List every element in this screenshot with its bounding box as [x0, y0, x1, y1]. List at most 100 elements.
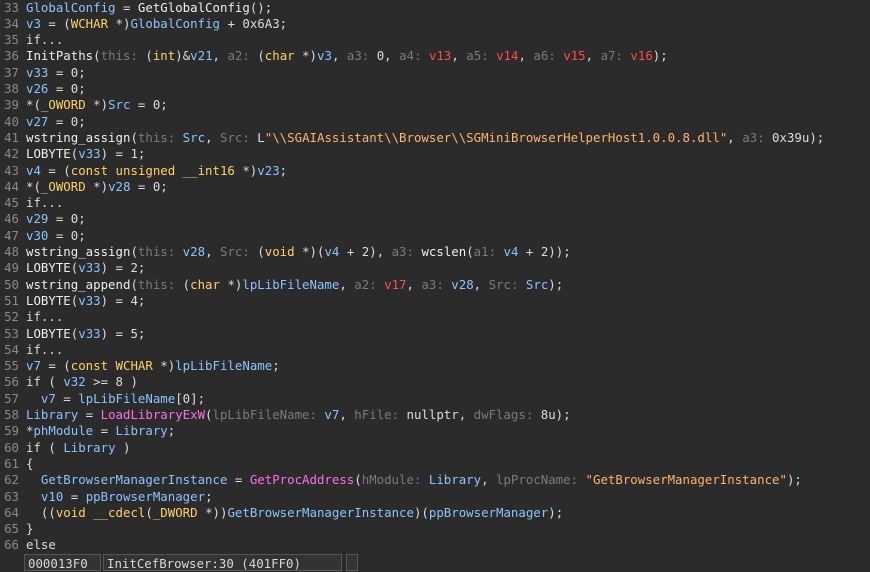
- code-token[interactable]: v4: [324, 244, 339, 259]
- code-line[interactable]: 61 {: [0, 456, 870, 472]
- code-token[interactable]: lpLibFileName: [242, 277, 339, 292]
- code-line[interactable]: 51 LOBYTE(v33) = 4;: [0, 293, 870, 309]
- code-token[interactable]: wstring_assign: [26, 244, 130, 259]
- code-line[interactable]: 33 GlobalConfig = GetGlobalConfig();: [0, 0, 870, 16]
- code-text: InitPaths(this: (int)&v21, a2: (char *)v…: [26, 48, 668, 64]
- code-token[interactable]: phModule: [33, 423, 93, 438]
- code-token[interactable]: v3: [26, 16, 41, 31]
- code-token[interactable]: Src: [183, 130, 205, 145]
- code-token[interactable]: GetBrowserManagerInstance: [227, 505, 414, 520]
- code-token: (: [130, 276, 138, 292]
- code-line[interactable]: 38 v26 = 0;: [0, 81, 870, 97]
- code-line[interactable]: 66 else: [0, 537, 870, 552]
- code-token[interactable]: Library: [429, 472, 481, 487]
- code-line[interactable]: 64 ((void __cdecl(_DWORD *))GetBrowserMa…: [0, 505, 870, 521]
- code-token[interactable]: v30: [26, 228, 48, 243]
- code-token[interactable]: Library: [116, 423, 168, 438]
- code-token[interactable]: v29: [26, 211, 48, 226]
- code-token[interactable]: v16: [630, 48, 652, 63]
- code-line[interactable]: 47 v30 = 0;: [0, 228, 870, 244]
- code-line[interactable]: 63 v10 = ppBrowserManager;: [0, 489, 870, 505]
- pseudocode-view[interactable]: 33 GlobalConfig = GetGlobalConfig(); 34 v3 …: [0, 0, 870, 552]
- code-line[interactable]: 60 if ( Library ): [0, 440, 870, 456]
- code-token[interactable]: GlobalConfig: [130, 16, 220, 31]
- code-line[interactable]: 40 v27 = 0;: [0, 114, 870, 130]
- line-number: 42: [4, 146, 19, 162]
- code-line[interactable]: 62 GetBrowserManagerInstance = GetProcAd…: [0, 472, 870, 488]
- code-token: = 0;: [48, 81, 86, 96]
- code-line[interactable]: 56 if ( v32 >= 8 ): [0, 374, 870, 390]
- code-token[interactable]: v21: [190, 48, 212, 63]
- code-token[interactable]: v33: [78, 146, 100, 161]
- code-token[interactable]: lpLibFileName: [78, 391, 175, 406]
- code-token[interactable]: v32: [63, 374, 85, 389]
- code-token[interactable]: v33: [78, 326, 100, 341]
- code-token[interactable]: GetBrowserManagerInstance: [41, 472, 228, 487]
- code-line[interactable]: 39 *(_OWORD *)Src = 0;: [0, 97, 870, 113]
- code-line[interactable]: 54 if...: [0, 342, 870, 358]
- code-line[interactable]: 50 wstring_append(this: (char *)lpLibFile…: [0, 277, 870, 293]
- code-token[interactable]: v3: [317, 48, 332, 63]
- code-token[interactable]: Src: [108, 97, 130, 112]
- code-token[interactable]: wcslen: [421, 244, 466, 259]
- code-token[interactable]: LOBYTE: [26, 326, 71, 341]
- code-line[interactable]: 37 v33 = 0;: [0, 65, 870, 81]
- code-token[interactable]: Src: [526, 277, 548, 292]
- code-line[interactable]: 42 LOBYTE(v33) = 1;: [0, 146, 870, 162]
- code-token[interactable]: ppBrowserManager: [86, 489, 205, 504]
- code-token[interactable]: v13: [429, 48, 451, 63]
- code-token[interactable]: v28: [108, 179, 130, 194]
- code-token[interactable]: v7: [324, 407, 339, 422]
- code-line[interactable]: 58 Library = LoadLibraryExW(lpLibFileName…: [0, 407, 870, 423]
- code-token[interactable]: v14: [496, 48, 518, 63]
- code-line[interactable]: 34 v3 = (WCHAR *)GlobalConfig + 0x6A3;: [0, 16, 870, 32]
- code-token[interactable]: LoadLibraryExW: [101, 407, 205, 422]
- code-token: *): [85, 178, 109, 194]
- code-line[interactable]: 65}: [0, 521, 870, 537]
- code-line[interactable]: 53 LOBYTE(v33) = 5;: [0, 326, 870, 342]
- code-token[interactable]: LOBYTE: [26, 293, 71, 308]
- code-token[interactable]: v28: [451, 277, 473, 292]
- code-token[interactable]: v28: [183, 244, 205, 259]
- code-line[interactable]: 49 LOBYTE(v33) = 2;: [0, 260, 870, 276]
- code-line[interactable]: 48 wstring_assign(this: v28, Src: (void *…: [0, 244, 870, 260]
- code-line[interactable]: 52 if...: [0, 309, 870, 325]
- code-token[interactable]: v33: [78, 260, 100, 275]
- code-token[interactable]: v17: [384, 277, 406, 292]
- code-token[interactable]: v7: [41, 391, 56, 406]
- code-token[interactable]: v33: [78, 293, 100, 308]
- code-line[interactable]: 46 v29 = 0;: [0, 211, 870, 227]
- code-token[interactable]: v23: [257, 163, 279, 178]
- code-line[interactable]: 57 v7 = lpLibFileName[0];: [0, 391, 870, 407]
- code-line[interactable]: 43 v4 = (const unsigned __int16 *)v23;: [0, 163, 870, 179]
- code-token[interactable]: lpLibFileName: [175, 358, 272, 373]
- code-token[interactable]: v26: [26, 81, 48, 96]
- code-token[interactable]: v7: [26, 358, 41, 373]
- code-line[interactable]: 44 *(_OWORD *)v28 = 0;: [0, 179, 870, 195]
- code-token: lpProcName:: [496, 472, 586, 488]
- code-token[interactable]: GetGlobalConfig: [138, 0, 250, 15]
- code-token[interactable]: Library: [63, 440, 115, 455]
- code-line[interactable]: 41 wstring_assign(this: Src, Src: L"\\SGA…: [0, 130, 870, 146]
- code-token[interactable]: v33: [26, 65, 48, 80]
- code-token[interactable]: GetProcAddress: [250, 472, 354, 487]
- code-token[interactable]: v4: [504, 244, 519, 259]
- code-line[interactable]: 59 *phModule = Library;: [0, 423, 870, 439]
- code-line[interactable]: 36 InitPaths(this: (int)&v21, a2: (char *…: [0, 48, 870, 64]
- code-token[interactable]: wstring_assign: [26, 130, 130, 145]
- code-token[interactable]: v15: [563, 48, 585, 63]
- code-token[interactable]: v4: [26, 163, 41, 178]
- code-token[interactable]: LOBYTE: [26, 146, 71, 161]
- code-token[interactable]: v27: [26, 114, 48, 129]
- code-line[interactable]: 55 v7 = (const WCHAR *)lpLibFileName;: [0, 358, 870, 374]
- code-token[interactable]: v10: [41, 489, 63, 504]
- code-token: const unsigned __int16: [70, 162, 235, 178]
- code-line[interactable]: 35 if...: [0, 32, 870, 48]
- code-token[interactable]: ppBrowserManager: [429, 505, 548, 520]
- code-token[interactable]: wstring_append: [26, 277, 130, 292]
- code-token[interactable]: InitPaths: [26, 48, 93, 63]
- code-token[interactable]: LOBYTE: [26, 260, 71, 275]
- code-token[interactable]: GlobalConfig: [26, 0, 116, 15]
- code-line[interactable]: 45 if...: [0, 195, 870, 211]
- code-token[interactable]: Library: [26, 407, 78, 422]
